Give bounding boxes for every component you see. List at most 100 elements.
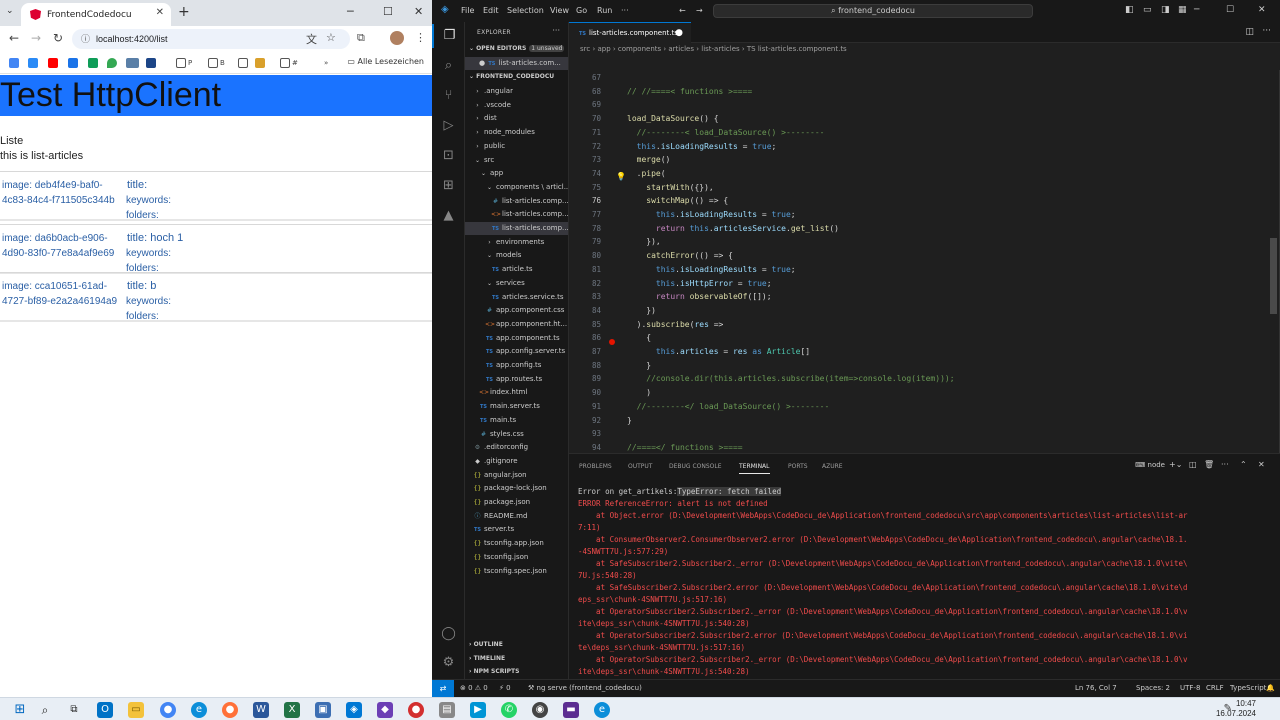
indentation-status[interactable]: Spaces: 2 <box>1136 684 1170 692</box>
lightbulb-icon[interactable]: 💡 <box>616 172 626 181</box>
task-view-icon[interactable]: ⧉ <box>66 702 82 718</box>
menu-go[interactable]: Go <box>576 6 587 15</box>
clock[interactable]: 10:47 16.07.2024 <box>1216 699 1256 719</box>
tree-item[interactable]: <>list-articles.comp... <box>465 208 568 221</box>
run-debug-icon[interactable]: ▷ <box>432 114 465 138</box>
outlook-icon[interactable]: O <box>97 702 113 718</box>
bookmark-folder-p[interactable]: P <box>176 57 192 68</box>
breakpoint-icon[interactable] <box>609 339 615 345</box>
toggle-secondary-sidebar-icon[interactable]: ◨ <box>1161 5 1170 15</box>
tree-item[interactable]: {} package-lock.json <box>465 482 568 495</box>
article-card[interactable]: image: deb4f4e9-baf0-4c83-84c4-f711505c3… <box>0 171 432 221</box>
terminal-selector[interactable]: ⌨ node <box>1135 461 1165 469</box>
tree-item[interactable]: # styles.css <box>465 428 568 441</box>
forward-icon[interactable]: → <box>31 31 41 45</box>
tree-item[interactable]: › dist <box>465 112 568 125</box>
tree-item[interactable]: TS list-articles.comp... <box>465 222 568 235</box>
tab-debug-console[interactable]: DEBUG CONSOLE <box>669 463 722 470</box>
project-section[interactable]: ⌄ FRONTEND_CODEDOCU <box>469 73 554 80</box>
scrollbar-thumb[interactable] <box>1270 238 1277 314</box>
new-terminal-icon[interactable]: +⌄ <box>1169 460 1182 469</box>
visual-studio-icon[interactable]: ◆ <box>377 702 393 718</box>
remote-explorer-icon[interactable]: ⊡ <box>432 144 465 168</box>
minimize-icon[interactable]: ─ <box>347 5 354 18</box>
more-bookmarks-icon[interactable]: » <box>324 57 328 68</box>
word-icon[interactable]: W <box>253 702 269 718</box>
menu-run[interactable]: Run <box>597 6 612 15</box>
tree-item[interactable]: {} tsconfig.spec.json <box>465 565 568 578</box>
tab-output[interactable]: OUTPUT <box>628 463 652 470</box>
command-center-search[interactable]: ⌕ frontend_codedocu <box>713 4 1033 18</box>
extensions-icon[interactable]: ⧉ <box>357 31 365 45</box>
bookmark-folder-b[interactable]: B <box>208 57 225 68</box>
translate-icon[interactable]: 文 <box>306 31 317 47</box>
accounts-icon[interactable]: ◯ <box>432 622 465 646</box>
menu-edit[interactable]: Edit <box>483 6 499 15</box>
tree-item[interactable]: › public <box>465 140 568 153</box>
code-line[interactable]: } <box>627 361 651 370</box>
task-status[interactable]: ⚒ ng serve (frontend_codedocu) <box>528 684 642 692</box>
cursor-position[interactable]: Ln 76, Col 7 <box>1075 684 1117 692</box>
tree-item[interactable]: ⓘ README.md <box>465 510 568 523</box>
more-menu-icon[interactable]: ··· <box>621 6 629 15</box>
toggle-panel-icon[interactable]: ▭ <box>1143 5 1152 15</box>
search-icon[interactable]: ⌕ <box>432 54 465 78</box>
close-tab-icon[interactable]: ✕ <box>156 7 164 18</box>
app-icon[interactable]: ▶ <box>470 702 486 718</box>
article-card[interactable]: image: cca10651-61ad-4727-bf89-e2a2a4619… <box>0 272 432 322</box>
edge-icon[interactable]: e <box>191 702 207 718</box>
code-line[interactable]: // //====< functions >==== <box>627 87 752 96</box>
tree-item[interactable]: › environments <box>465 236 568 249</box>
bookmark-folder-hash[interactable]: # <box>280 57 298 68</box>
code-line[interactable]: return this.articlesService.get_list() <box>627 224 839 233</box>
kill-terminal-icon[interactable]: 🗑 <box>1204 460 1214 469</box>
tree-item[interactable]: › node_modules <box>465 126 568 139</box>
photos-icon[interactable]: ▣ <box>315 702 331 718</box>
menu-icon[interactable]: ⋮ <box>415 31 426 44</box>
tree-item[interactable]: TS app.routes.ts <box>465 373 568 386</box>
customize-layout-icon[interactable]: ▦ <box>1178 5 1187 15</box>
open-editor-item[interactable]: ● TS list-articles.com... <box>465 57 568 70</box>
browser-tab[interactable]: FrontendCodedocu ✕ <box>21 3 171 26</box>
tree-item[interactable]: # app.component.css <box>465 304 568 317</box>
vscode-icon[interactable]: ◈ <box>346 702 362 718</box>
code-line[interactable]: ).subscribe(res => <box>627 320 724 329</box>
source-control-icon[interactable]: ⑂ <box>432 84 465 108</box>
maximize-icon[interactable]: ☐ <box>383 5 393 18</box>
excel-icon[interactable]: X <box>284 702 300 718</box>
bookmark-icon[interactable] <box>88 57 100 68</box>
app-icon[interactable]: ◉ <box>532 702 548 718</box>
eol-status[interactable]: CRLF <box>1206 684 1224 692</box>
article-card[interactable]: image: da6b0acb-e906-4d90-83f0-77e8a4af9… <box>0 224 432 274</box>
all-bookmarks-button[interactable]: ▭ Alle Lesezeichen <box>347 57 424 66</box>
tree-item[interactable]: {} angular.json <box>465 469 568 482</box>
tree-item[interactable]: ⚙ .editorconfig <box>465 441 568 454</box>
tree-item[interactable]: TS app.component.ts <box>465 332 568 345</box>
tab-ports[interactable]: PORTS <box>788 463 808 470</box>
code-line[interactable]: } <box>627 416 632 425</box>
whatsapp-icon[interactable]: ✆ <box>501 702 517 718</box>
unsaved-dot-icon[interactable]: ● <box>675 23 683 43</box>
outline-section[interactable]: › OUTLINE <box>469 641 503 648</box>
settings-gear-icon[interactable]: ⚙ <box>432 651 465 675</box>
back-icon[interactable]: ← <box>9 31 19 45</box>
code-line[interactable]: ) <box>627 388 651 397</box>
code-line[interactable]: //--------</ load_DataSource() >-------- <box>627 402 830 411</box>
app-icon[interactable]: ▬ <box>563 702 579 718</box>
tree-item[interactable]: ⌄ models <box>465 249 568 262</box>
close-panel-icon[interactable]: ✕ <box>1258 460 1265 469</box>
tree-item[interactable]: ◆ .gitignore <box>465 455 568 468</box>
tree-item[interactable]: ⌄ app <box>465 167 568 180</box>
tree-item[interactable]: TS app.config.server.ts <box>465 345 568 358</box>
maximize-icon[interactable]: ☐ <box>1226 5 1234 15</box>
tree-item[interactable]: TS main.ts <box>465 414 568 427</box>
bookmark-google-icon[interactable] <box>9 57 21 68</box>
split-editor-icon[interactable]: ◫ <box>1245 27 1254 37</box>
breadcrumb[interactable]: src › app › components › articles › list… <box>580 45 847 53</box>
bookmark-icon[interactable] <box>68 57 80 68</box>
windows-start-icon[interactable]: ⊞ <box>12 702 28 718</box>
minimize-icon[interactable]: ─ <box>1194 5 1199 15</box>
bookmark-star-icon[interactable]: ☆ <box>326 31 336 44</box>
more-actions-icon[interactable]: ··· <box>1221 460 1229 469</box>
reload-icon[interactable]: ↻ <box>53 31 63 45</box>
